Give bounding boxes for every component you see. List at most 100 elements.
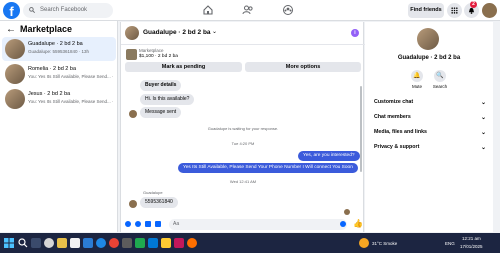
mute-label: Mute	[411, 84, 422, 89]
plus-icon[interactable]	[125, 221, 131, 227]
windows-taskbar: 31°C Smoke ENG 12:21 am 17/01/2025	[0, 233, 500, 253]
page-title-text: Marketplace	[20, 24, 73, 34]
listing-price[interactable]: $1,100 · 2 bd 2 ba	[139, 54, 178, 59]
conversation-name: Romelia · 2 bd 2 ba	[28, 66, 76, 72]
conversation-name: Jesus · 2 bd 2 ba	[28, 91, 71, 97]
find-friends-button[interactable]: Find friends	[408, 3, 444, 18]
search-icon	[29, 7, 35, 13]
file-explorer-icon[interactable]	[57, 238, 67, 248]
grid-menu-icon	[451, 7, 458, 14]
conversation-item[interactable]: Jesus · 2 bd 2 ba You: Yes Its Still Ava…	[2, 87, 116, 111]
notification-badge: 2	[470, 1, 477, 8]
profile-avatar[interactable]	[482, 3, 497, 18]
chevron-down-icon: ⌄	[480, 115, 486, 121]
customize-chat-row[interactable]: Customize chat ⌄	[374, 99, 486, 111]
message-bubble: Hi. Is this available?	[140, 94, 195, 105]
chevron-down-icon[interactable]: ⌄	[212, 28, 217, 35]
conversation-list-pane: ← Marketplace Guadalupe · 2 bd 2 ba Guada…	[0, 21, 118, 232]
app-icon[interactable]	[187, 238, 197, 248]
scrollbar[interactable]	[360, 86, 362, 172]
search-icon[interactable]	[18, 238, 28, 248]
more-options-button[interactable]: More options	[245, 62, 361, 72]
chat-panel: Guadalupe · 2 bd 2 ba ⌄ i Marketplace $1…	[120, 22, 365, 232]
camera-icon[interactable]	[135, 221, 141, 227]
row-label: Media, files and links	[374, 129, 427, 135]
message-input[interactable]: Aa	[169, 219, 347, 230]
app-icon[interactable]	[70, 238, 80, 248]
profile-avatar-large[interactable]	[417, 28, 439, 50]
friends-icon[interactable]	[242, 4, 254, 16]
app-icon[interactable]	[174, 238, 184, 248]
chrome-browser-icon[interactable]	[109, 238, 119, 248]
search-icon[interactable]: 🔍	[434, 70, 446, 82]
app-icon[interactable]	[135, 238, 145, 248]
listing-thumbnail	[5, 89, 25, 109]
waiting-note: Guadalupe is waiting for your response.	[207, 126, 279, 131]
sender-name: Guadalupe	[143, 190, 163, 195]
timestamp: Wed 12:41 AM	[229, 179, 257, 184]
emoji-icon[interactable]	[340, 221, 346, 227]
row-label: Customize chat	[374, 99, 414, 105]
chevron-down-icon: ⌄	[480, 130, 486, 136]
avatar	[129, 110, 137, 118]
chat-title[interactable]: Guadalupe · 2 bd 2 ba	[143, 29, 211, 36]
listing-thumbnail[interactable]	[126, 49, 137, 60]
app-icon[interactable]	[148, 238, 158, 248]
conversation-preview: You: Yes Its Still Available, Please Sen…	[28, 99, 114, 104]
avatar	[129, 200, 137, 208]
profile-name: Guadalupe · 2 bd 2 ba	[397, 55, 461, 61]
listing-card: Marketplace $1,100 · 2 bd 2 ba Mark as p…	[125, 47, 361, 81]
app-icon[interactable]	[44, 238, 54, 248]
groups-icon[interactable]	[282, 4, 294, 16]
search-input[interactable]: Search Facebook	[23, 3, 113, 18]
language-indicator[interactable]: ENG	[445, 241, 455, 246]
chevron-down-icon: ⌄	[480, 100, 486, 106]
windows-start-icon[interactable]	[4, 238, 14, 248]
thumbs-up-icon[interactable]: 👍	[353, 220, 363, 228]
message-bubble: Message sent	[140, 107, 182, 118]
app-icon[interactable]	[122, 238, 132, 248]
message-bubble: 5595361840	[140, 197, 178, 208]
chat-members-row[interactable]: Chat members ⌄	[374, 114, 486, 126]
bell-icon[interactable]: 🔔	[411, 70, 423, 82]
app-icon[interactable]	[83, 238, 93, 248]
home-icon[interactable]	[202, 4, 214, 16]
search-label: Search	[432, 84, 448, 89]
edge-browser-icon[interactable]	[96, 238, 106, 248]
image-icon[interactable]	[145, 221, 151, 227]
weather-icon[interactable]	[359, 238, 369, 248]
task-view-icon[interactable]	[31, 238, 41, 248]
app-icon[interactable]	[161, 238, 171, 248]
conversation-item[interactable]: Romelia · 2 bd 2 ba You: Yes Its Still A…	[2, 62, 116, 86]
back-arrow-icon[interactable]: ←	[6, 24, 16, 35]
listing-label: Marketplace	[139, 48, 164, 53]
message-composer: Aa 👍	[121, 217, 365, 232]
outgoing-message-bubble: Yes, are you interested?	[298, 151, 360, 161]
buyer-details-button[interactable]: Buyer details	[140, 80, 182, 91]
listing-thumbnail	[5, 39, 25, 59]
listing-thumbnail	[5, 64, 25, 84]
gif-icon[interactable]	[155, 221, 161, 227]
mark-as-pending-button[interactable]: Mark as pending	[125, 62, 242, 72]
seen-avatar	[344, 209, 350, 215]
facebook-logo[interactable]: f	[3, 2, 20, 19]
conversation-preview: Guadalupe: 5595361840 · 13h	[28, 49, 90, 54]
chat-avatar[interactable]	[125, 26, 139, 40]
menu-button[interactable]	[447, 3, 462, 18]
clock-date[interactable]: 17/01/2025	[460, 244, 483, 249]
page-title: ← Marketplace	[6, 24, 72, 35]
privacy-support-row[interactable]: Privacy & support ⌄	[374, 144, 486, 156]
conversation-name: Guadalupe · 2 bd 2 ba	[28, 41, 83, 47]
row-label: Chat members	[374, 114, 411, 120]
outgoing-message-bubble: Yes Its Still Available, Please Send You…	[178, 163, 358, 173]
conversation-preview: You: Yes Its Still Available, Please Sen…	[28, 74, 114, 79]
row-label: Privacy & support	[374, 144, 420, 150]
info-icon[interactable]: i	[351, 29, 359, 37]
clock-time[interactable]: 12:21 am	[462, 236, 481, 241]
message-thread: Buyer details Hi. Is this available? Mes…	[121, 80, 365, 217]
conversation-info-pane: Guadalupe · 2 bd 2 ba 🔔 Mute 🔍 Search Cu…	[365, 22, 493, 232]
media-files-links-row[interactable]: Media, files and links ⌄	[374, 129, 486, 141]
timestamp: Tue 4:20 PM	[231, 141, 255, 146]
conversation-item[interactable]: Guadalupe · 2 bd 2 ba Guadalupe: 5595361…	[2, 37, 116, 61]
weather-text[interactable]: 31°C Smoke	[372, 241, 397, 246]
